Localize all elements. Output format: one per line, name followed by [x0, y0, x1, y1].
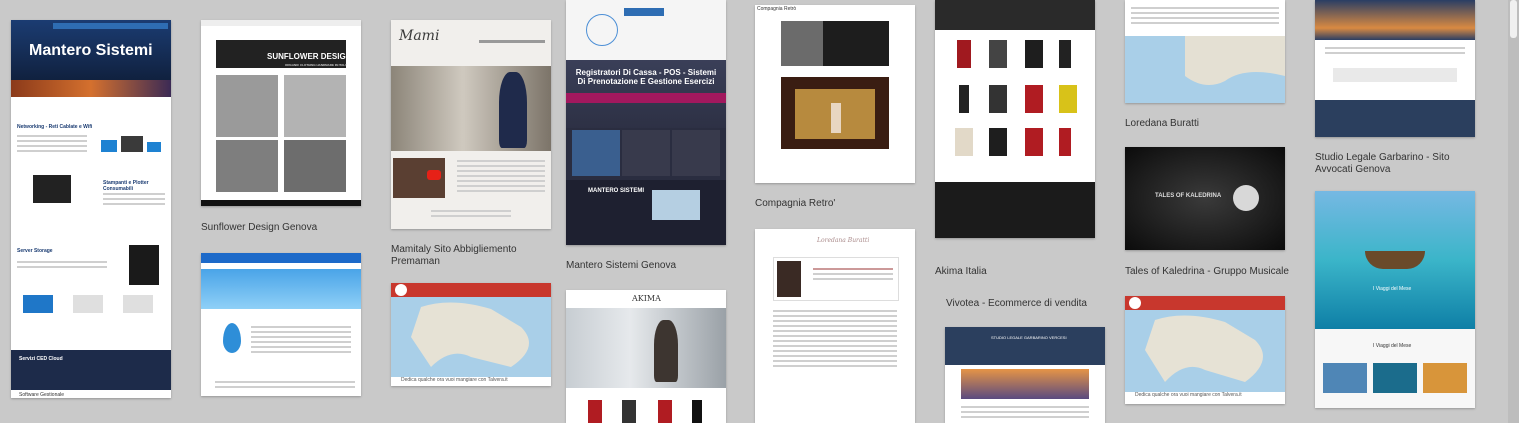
- tile-map-2[interactable]: Dedica qualche ora vuoi mangiare con Tal…: [1125, 296, 1285, 404]
- caption-mantero-pos: Mantero Sistemi Genova: [566, 260, 677, 271]
- garbarino-header: STUDIO LEGALE GARBARINO VERCESI: [991, 335, 1067, 340]
- pos-heading-text: Registratori Di Cassa - POS - Sistemi Di…: [575, 68, 717, 86]
- caption-vivotea: Vivotea - Ecommerce di vendita: [946, 298, 1087, 309]
- compagnia-title: Compagnia Retrò: [757, 6, 797, 12]
- tile-mamitaly[interactable]: Mami: [391, 20, 551, 229]
- tile-loredana-map[interactable]: [1125, 0, 1285, 103]
- scrollbar[interactable]: [1508, 0, 1519, 423]
- tile-garbarino-2[interactable]: STUDIO LEGALE GARBARINO VERCESI: [945, 327, 1105, 423]
- caption-loredana: Loredana Buratti: [1125, 118, 1199, 129]
- caption-compagnia: Compagnia Retro': [755, 198, 836, 209]
- key-icon: [1233, 185, 1259, 211]
- caption-mamitaly-text: Mamitaly Sito Abbigliemento Premaman: [391, 244, 517, 267]
- water-drop-icon: [223, 323, 241, 353]
- caption-kaledrina: Tales of Kaledrina - Gruppo Musicale: [1125, 266, 1289, 277]
- avatar: [777, 261, 801, 297]
- tile-kaledrina[interactable]: TALES OF KALEDRINA: [1125, 147, 1285, 250]
- caption-garbarino: Studio Legale Garbarino - Sito Avvocati …: [1315, 152, 1465, 176]
- tile-viaggi[interactable]: I Viaggi del Mese I Viaggi del Mese: [1315, 191, 1475, 408]
- kaledrina-logo: TALES OF KALEDRINA: [1155, 193, 1222, 199]
- viaggi-title: I Viaggi del Mese: [1373, 286, 1412, 292]
- caption-mamitaly: Mamitaly Sito Abbigliemento Premaman: [391, 244, 531, 268]
- pos-heading: Registratori Di Cassa - POS - Sistemi Di…: [574, 68, 718, 86]
- caption-sunflower: Sunflower Design Genova: [201, 222, 318, 233]
- map-icon: [652, 190, 700, 220]
- printer-icon: [33, 175, 71, 203]
- tile-map-1[interactable]: Dedica qualche ora vuoi mangiare con Tal…: [391, 283, 551, 386]
- sunflower-sub: ORGANIC CLOTHING HANDMADE IN ITALY: [285, 63, 347, 67]
- akima-logo: AKIMA: [632, 294, 661, 303]
- map-bottom-2: Dedica qualche ora vuoi mangiare con Tal…: [1135, 392, 1242, 398]
- tile-akima[interactable]: AKIMA: [566, 290, 726, 423]
- tile-sunflower[interactable]: SUNFLOWER DESIGN ORGANIC CLOTHING HANDMA…: [201, 20, 361, 206]
- page-title: Mantero Sistemi: [29, 42, 153, 59]
- play-icon: [427, 170, 441, 180]
- caption-garbarino-text: Studio Legale Garbarino - Sito Avvocati …: [1315, 152, 1450, 175]
- devices-icon: [99, 130, 165, 158]
- tile-loredana[interactable]: Loredana Buratti: [755, 229, 915, 423]
- scrollbar-thumb[interactable]: [1510, 0, 1517, 38]
- tile-mantero-pos[interactable]: Registratori Di Cassa - POS - Sistemi Di…: [566, 0, 726, 245]
- server-icon: [129, 245, 159, 285]
- mami-logo: Mami: [399, 28, 440, 44]
- tile-akima-grid[interactable]: [935, 0, 1095, 238]
- viaggi-subtitle: I Viaggi del Mese: [1373, 343, 1412, 349]
- tile-garbarino[interactable]: [1315, 0, 1475, 137]
- tile-mantero-sistemi[interactable]: Mantero Sistemi Networking - Reti Cablat…: [11, 20, 171, 398]
- sunflower-banner: SUNFLOWER DESIGN: [267, 52, 352, 61]
- section-networking: Networking - Reti Cablate e Wifi: [17, 124, 93, 130]
- map-bottom: Dedica qualche ora vuoi mangiare con Tal…: [401, 377, 508, 383]
- section-server: Server Storage: [17, 248, 53, 254]
- section-ced: Servizi CED Cloud: [19, 356, 63, 362]
- pos-brand: MANTERO SISTEMI: [588, 188, 645, 194]
- loredana-signature: Loredana Buratti: [817, 237, 870, 244]
- footer-label: Software Gestionale: [19, 392, 65, 398]
- tile-mantero-water[interactable]: [201, 253, 361, 396]
- tile-compagnia[interactable]: Compagnia Retrò: [755, 5, 915, 183]
- caption-akima: Akima Italia: [935, 266, 987, 277]
